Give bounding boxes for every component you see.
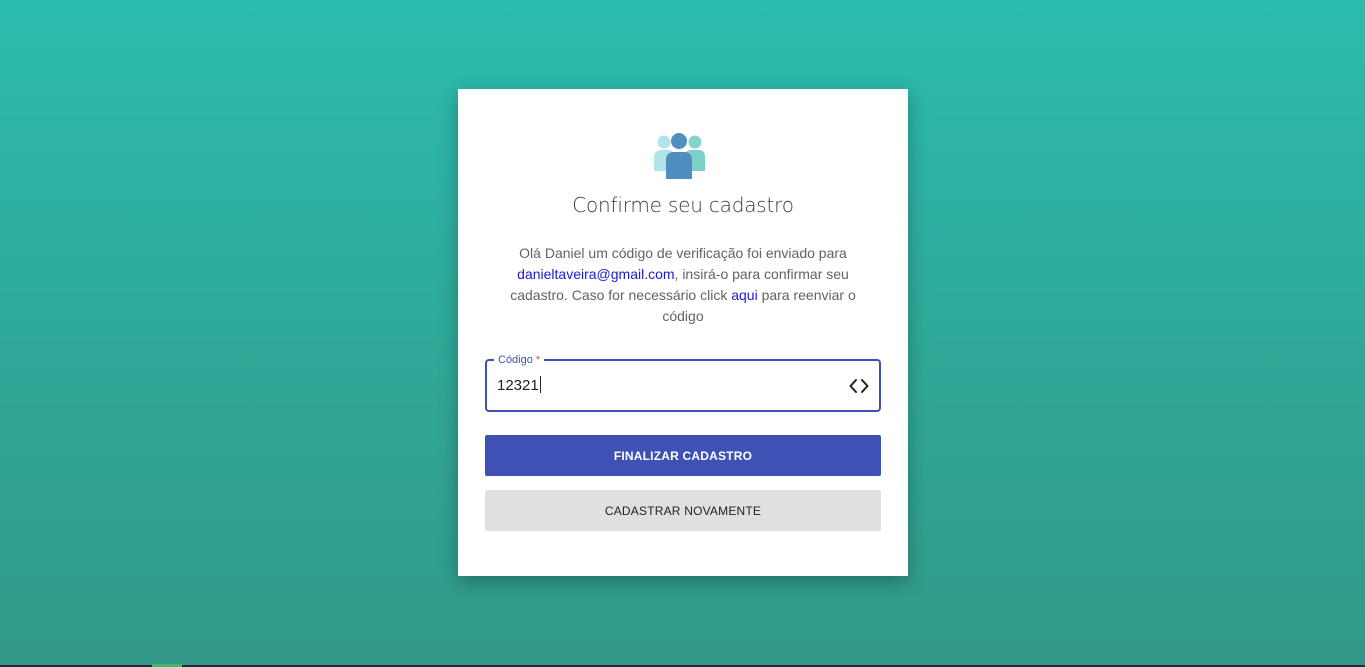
confirm-registration-card: Confirme seu cadastro Olá Daniel um códi…	[458, 89, 908, 576]
page-title: Confirme seu cadastro	[572, 193, 794, 217]
description-text-1: Olá Daniel um código de verificação foi …	[519, 245, 847, 261]
required-mark: *	[535, 354, 541, 366]
register-again-button[interactable]: CADASTRAR NOVAMENTE	[485, 490, 881, 531]
email-link[interactable]: danieltaveira@gmail.com	[517, 266, 674, 282]
code-field-label: Código *	[494, 353, 545, 367]
text-cursor	[539, 376, 541, 393]
verification-description: Olá Daniel um código de verificação foi …	[506, 243, 860, 327]
finalize-registration-button[interactable]: FINALIZAR CADASTRO	[485, 435, 881, 476]
code-input[interactable]: 12321	[497, 375, 837, 397]
users-group-icon	[654, 133, 705, 179]
code-brackets-icon[interactable]	[849, 377, 869, 395]
resend-code-link[interactable]: aqui	[731, 287, 757, 303]
code-field[interactable]: Código * 12321	[485, 353, 881, 412]
